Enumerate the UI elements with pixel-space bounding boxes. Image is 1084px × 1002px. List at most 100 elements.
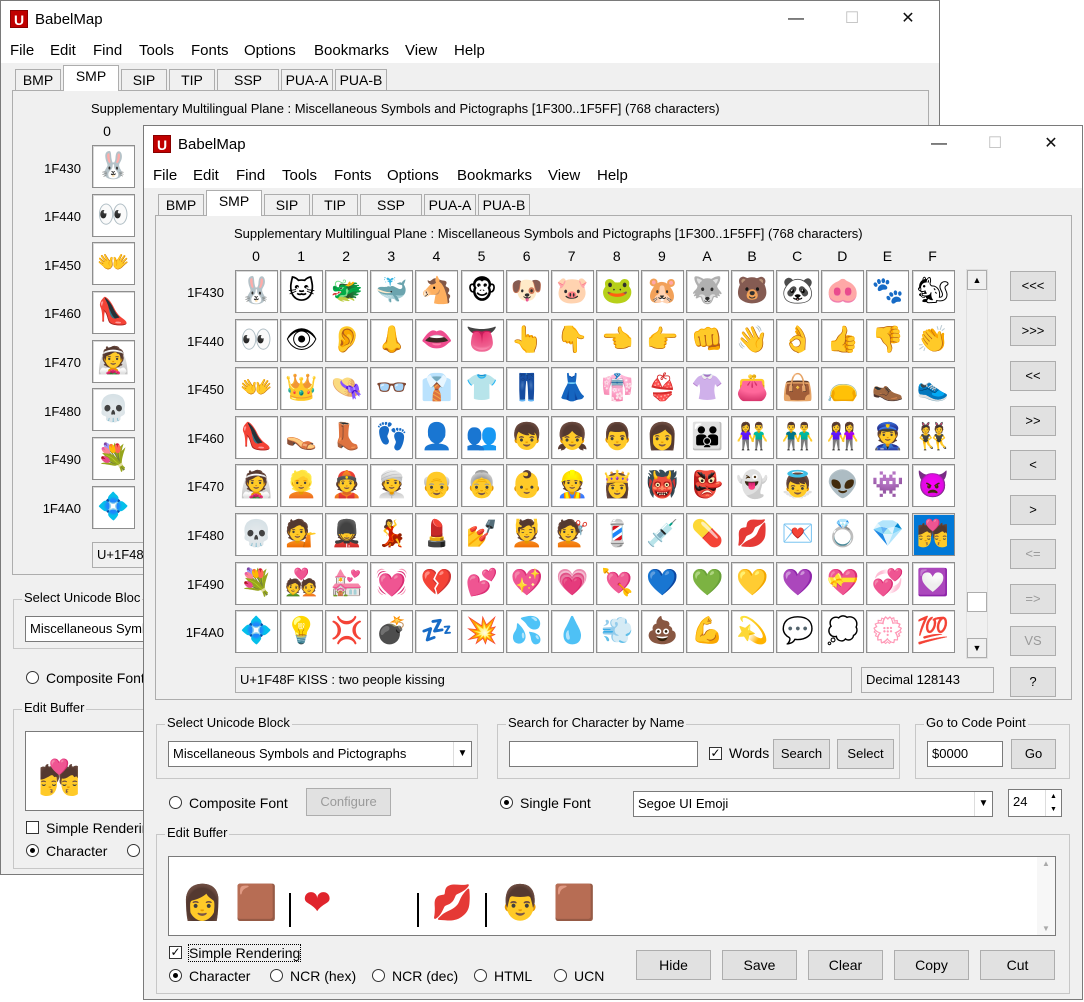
back-block-dropdown[interactable]: Miscellaneous Symb — [25, 616, 153, 642]
tab-smp[interactable]: SMP — [206, 190, 262, 216]
char-cell[interactable]: 👌 — [776, 318, 820, 362]
char-cell[interactable]: 💥 — [460, 610, 504, 654]
tab-sip[interactable]: SIP — [121, 69, 167, 91]
menu-help[interactable]: Help — [454, 42, 485, 59]
char-cell[interactable]: 👞 — [866, 367, 910, 411]
back-simple-rendering-checkbox[interactable] — [26, 821, 39, 834]
char-cell[interactable]: 💮 — [866, 610, 910, 654]
char-cell[interactable]: 💖 — [505, 561, 549, 605]
char-cell[interactable]: 👈 — [595, 318, 639, 362]
char-cell[interactable]: 🐴 — [415, 270, 459, 313]
char-cell[interactable]: 🐱 — [280, 270, 324, 313]
minimize-icon[interactable]: — — [916, 126, 962, 162]
menu-tools[interactable]: Tools — [282, 167, 317, 184]
char-cell[interactable]: 💊 — [686, 513, 729, 556]
char-cell[interactable]: 👂 — [325, 318, 369, 362]
menu-help[interactable]: Help — [597, 167, 628, 184]
char-cell[interactable]: 💍 — [821, 513, 865, 556]
char-cell[interactable]: 🐿 — [911, 270, 955, 313]
stepper-up-icon[interactable]: ▲ — [1045, 790, 1061, 803]
char-cell[interactable]: 🐵 — [460, 270, 504, 313]
format-ucn-radio[interactable] — [554, 969, 567, 982]
menu-file[interactable]: File — [10, 42, 34, 59]
char-cell[interactable]: 👝 — [821, 367, 865, 411]
char-cell[interactable]: 💐 — [235, 561, 278, 605]
char-cell[interactable]: 💆 — [505, 513, 549, 556]
char-cell[interactable]: 🐷 — [550, 270, 594, 313]
char-cell[interactable]: 👭 — [821, 415, 865, 459]
char-cell[interactable]: 👙 — [640, 367, 684, 411]
char-cell[interactable]: 👆 — [505, 318, 549, 362]
menu-bookmarks[interactable]: Bookmarks — [314, 42, 389, 59]
char-cell[interactable]: 💕 — [460, 561, 504, 605]
menu-tools[interactable]: Tools — [139, 42, 174, 59]
back-char-cell[interactable]: 👠 — [92, 291, 135, 334]
char-cell[interactable]: 👅 — [460, 318, 504, 362]
back-char-cell[interactable]: 💐 — [92, 437, 135, 480]
char-cell[interactable]: 🐽 — [821, 270, 865, 313]
char-cell[interactable]: 💭 — [821, 610, 865, 654]
char-cell[interactable]: 🐶 — [505, 270, 549, 313]
clear-button[interactable]: Clear — [808, 950, 883, 980]
tab-smp[interactable]: SMP — [63, 65, 119, 91]
char-cell[interactable]: 💯 — [911, 610, 955, 654]
char-cell[interactable]: 💠 — [235, 610, 278, 654]
buffer-scroll-up-icon[interactable]: ▲ — [1037, 859, 1055, 868]
block-dropdown[interactable]: Miscellaneous Symbols and Pictographs ▼ — [168, 741, 472, 767]
codepoint-input[interactable]: $0000 — [927, 741, 1003, 767]
tab-pua-a[interactable]: PUA-A — [281, 69, 333, 91]
menu-options[interactable]: Options — [387, 167, 439, 184]
save-button[interactable]: Save — [722, 950, 797, 980]
back-character-radio[interactable] — [26, 844, 39, 857]
char-cell[interactable]: 👽 — [821, 464, 865, 508]
nav-button[interactable]: >> — [1010, 406, 1056, 436]
char-cell[interactable]: 👣 — [370, 415, 414, 459]
words-checkbox[interactable]: ✓ — [709, 747, 722, 760]
char-cell[interactable]: 💧 — [550, 610, 594, 654]
char-cell[interactable]: 💎 — [866, 513, 910, 556]
char-cell[interactable]: 💣 — [370, 610, 414, 654]
char-cell[interactable]: 👍 — [821, 318, 865, 362]
char-cell[interactable]: 💤 — [415, 610, 459, 654]
font-dropdown[interactable]: Segoe UI Emoji ▼ — [633, 791, 993, 817]
char-cell[interactable]: 👻 — [731, 464, 775, 508]
char-cell[interactable]: 💜 — [776, 561, 820, 605]
menu-find[interactable]: Find — [93, 42, 122, 59]
search-input[interactable] — [509, 741, 698, 767]
nav-button[interactable]: ? — [1010, 667, 1056, 697]
char-cell[interactable]: 👜 — [776, 367, 820, 411]
char-cell[interactable]: 🐼 — [776, 270, 820, 313]
tab-pua-b[interactable]: PUA-B — [478, 194, 530, 216]
char-cell[interactable]: 💢 — [325, 610, 369, 654]
char-cell[interactable]: 💚 — [686, 561, 729, 605]
char-cell[interactable]: 👫 — [731, 415, 775, 459]
char-cell[interactable]: 👘 — [595, 367, 639, 411]
menu-bookmarks[interactable]: Bookmarks — [457, 167, 532, 184]
char-cell[interactable]: 👡 — [280, 415, 324, 459]
char-cell[interactable]: 👵 — [460, 464, 504, 508]
char-cell[interactable]: 👟 — [911, 367, 955, 411]
close-icon[interactable]: ✕ — [1028, 126, 1074, 162]
tab-sip[interactable]: SIP — [264, 194, 310, 216]
char-cell[interactable]: 👄 — [415, 318, 459, 362]
char-cell[interactable]: 💅 — [460, 513, 504, 556]
char-cell[interactable]: 👸 — [595, 464, 639, 508]
composite-font-radio[interactable] — [169, 796, 182, 809]
menu-view[interactable]: View — [405, 42, 437, 59]
char-cell[interactable]: 👨 — [595, 415, 639, 459]
configure-button[interactable]: Configure — [306, 788, 391, 816]
char-cell[interactable]: 🐰 — [235, 270, 278, 313]
tab-ssp[interactable]: SSP — [360, 194, 422, 216]
char-cell[interactable]: 💝 — [821, 561, 865, 605]
char-cell[interactable]: 🐳 — [370, 270, 414, 313]
edit-buffer[interactable]: 👩 🟫 ❤ 💋 👨 🟫 ▲ ▼ — [168, 856, 1056, 936]
char-cell[interactable]: 👠 — [235, 415, 278, 459]
char-cell[interactable]: 👺 — [686, 464, 729, 508]
back-ncr-hex-radio[interactable] — [127, 844, 140, 857]
char-cell[interactable]: 💨 — [595, 610, 639, 654]
char-cell[interactable]: 💔 — [415, 561, 459, 605]
nav-button[interactable]: << — [1010, 361, 1056, 391]
char-cell[interactable]: 💃 — [370, 513, 414, 556]
tab-bmp[interactable]: BMP — [158, 194, 204, 216]
simple-rendering-checkbox[interactable]: ✓ — [169, 946, 182, 959]
